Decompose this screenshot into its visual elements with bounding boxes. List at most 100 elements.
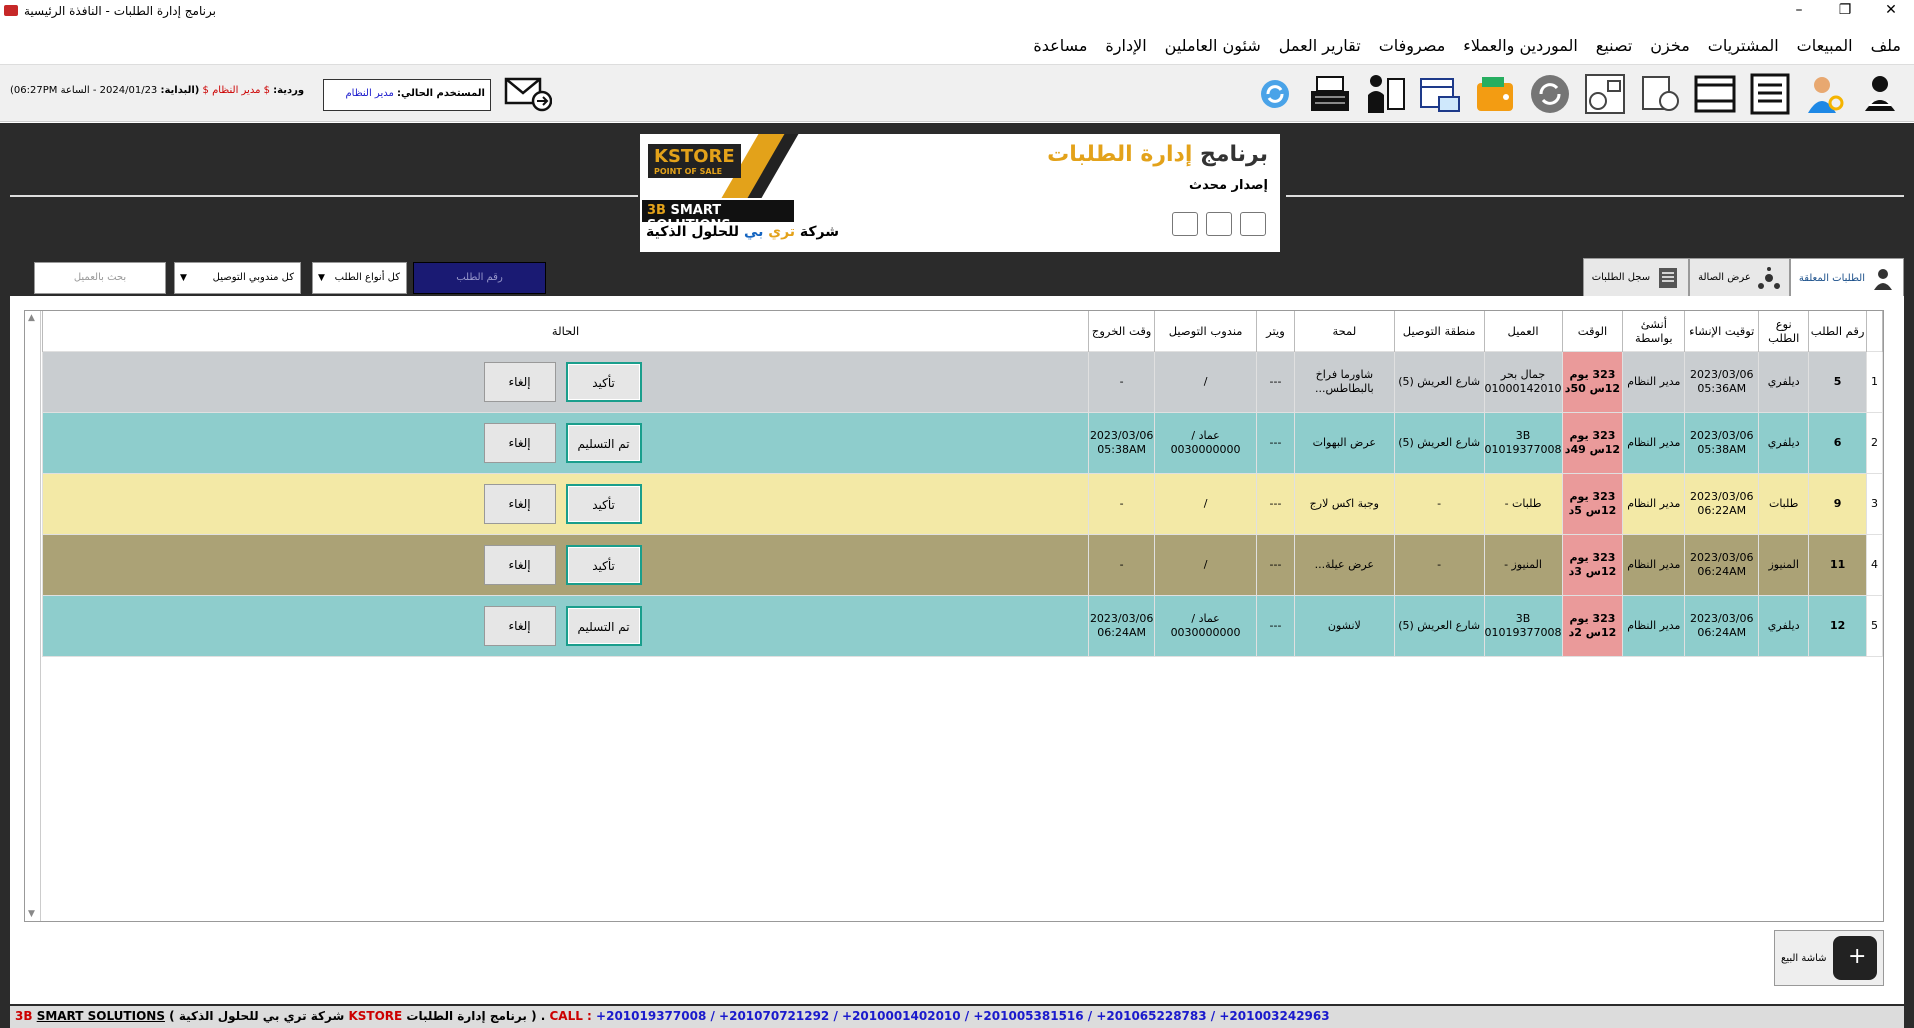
menu-work-reports[interactable]: تقارير العمل — [1270, 36, 1370, 55]
delivered-button[interactable]: تم التسليم — [565, 422, 642, 463]
cancel-button[interactable]: إلغاء — [483, 483, 556, 524]
created-time: 2023/03/06 06:24AM — [1684, 594, 1760, 657]
customer: طلبات - — [1483, 472, 1563, 535]
exit-time: - — [1088, 350, 1156, 413]
close-button[interactable]: ✕ — [1868, 0, 1914, 22]
col-delivery-agent[interactable]: مندوب التوصيل — [1154, 311, 1257, 351]
col-customer[interactable]: العميل — [1483, 311, 1563, 351]
window-icon[interactable] — [1689, 68, 1741, 120]
confirm-button[interactable]: تأكيد — [565, 544, 642, 585]
user-switch-icon[interactable] — [1854, 68, 1906, 120]
company-word-4: للحلول الذكية — [646, 224, 740, 240]
col-status[interactable]: الحالة — [41, 311, 1090, 351]
sync-icon[interactable] — [1249, 68, 1301, 120]
order-glance: لانشون — [1293, 594, 1395, 657]
tab-pending-orders[interactable]: الطلبات المعلقة — [1789, 258, 1904, 298]
window-title: برنامج إدارة الطلبات - النافذة الرئيسية — [24, 4, 216, 18]
delivery-zone: - — [1393, 472, 1485, 535]
customer: 3B 01019377008 — [1483, 411, 1563, 474]
tab-pending-orders-label: الطلبات المعلقة — [1798, 273, 1865, 284]
col-exit-time[interactable]: وقت الخروج — [1088, 311, 1156, 351]
col-glance[interactable]: لمحة — [1293, 311, 1395, 351]
col-waiter[interactable]: ويتر — [1256, 311, 1295, 351]
customer-search-input[interactable]: بحث بالعميل — [34, 262, 166, 294]
delivery-agent-select[interactable]: كل مندوبي التوصيل ▼ — [174, 262, 301, 294]
cash-register-icon[interactable] — [1304, 68, 1356, 120]
calendar-money-icon[interactable] — [1414, 68, 1466, 120]
order-type: ديلفري — [1758, 411, 1810, 474]
scroll-down-icon[interactable]: ▼ — [28, 909, 35, 919]
order-glance: شاورما فراخ بالبطاطس... — [1293, 350, 1395, 413]
col-index — [1866, 311, 1883, 351]
current-user-label: المستخدم الحالي: — [397, 88, 485, 99]
delivery-agent: / — [1154, 533, 1257, 596]
tab-hall-view[interactable]: عرض الصالة — [1689, 258, 1790, 296]
order-type-select[interactable]: كل أنواع الطلب ▼ — [312, 262, 407, 294]
menu-file[interactable]: ملف — [1862, 36, 1910, 55]
elapsed-time: 323 يوم 12س 50د — [1561, 350, 1624, 413]
confirm-button[interactable]: تأكيد — [565, 361, 642, 402]
cancel-button[interactable]: إلغاء — [483, 605, 556, 646]
company-word-2: تري — [768, 224, 796, 240]
waiter: --- — [1256, 472, 1295, 535]
dashboard-icon[interactable] — [1579, 68, 1631, 120]
col-time[interactable]: الوقت — [1561, 311, 1624, 351]
status-cell: تم التسليمإلغاء — [41, 594, 1090, 657]
menu-employees[interactable]: شئون العاملين — [1156, 36, 1270, 55]
table-row[interactable]: 5 12 ديلفري 2023/03/06 06:24AM مدير النظام 32… — [41, 594, 1883, 657]
clipboard-icon — [1172, 212, 1198, 236]
col-created-by[interactable]: أنشئ بواسطة — [1622, 311, 1686, 351]
banner-title: برنامج إدارة الطلبات — [1047, 142, 1268, 167]
shift-info: وردية: $ مدير النظام $ (البداية: 2024/01… — [10, 85, 304, 96]
delivered-button[interactable]: تم التسليم — [565, 605, 642, 646]
cancel-button[interactable]: إلغاء — [483, 361, 556, 402]
new-sale-label: شاشة البيع — [1781, 952, 1827, 964]
created-by: مدير النظام — [1622, 594, 1686, 657]
title-bar: برنامج إدارة الطلبات - النافذة الرئيسية … — [0, 0, 1914, 22]
wallet-icon[interactable] — [1469, 68, 1521, 120]
order-number: 11 — [1808, 533, 1868, 596]
menu-manufacturing[interactable]: تصنيع — [1587, 36, 1642, 55]
cancel-button[interactable]: إلغاء — [483, 422, 556, 463]
row-index: 3 — [1866, 472, 1883, 535]
col-order-type[interactable]: نوع الطلب — [1758, 311, 1810, 351]
menu-expenses[interactable]: مصروفات — [1370, 36, 1455, 55]
menu-suppliers-customers[interactable]: الموردين والعملاء — [1454, 36, 1587, 55]
table-row[interactable]: 2 6 ديلفري 2023/03/06 05:38AM مدير النظام 323… — [41, 411, 1883, 474]
menu-help[interactable]: مساعدة — [1024, 36, 1096, 55]
gear-doc-icon[interactable] — [1634, 68, 1686, 120]
vertical-scrollbar[interactable]: ▲ ▼ — [25, 311, 41, 921]
refresh-icon[interactable] — [1524, 68, 1576, 120]
menu-sales[interactable]: المبيعات — [1788, 36, 1862, 55]
maximize-button[interactable]: ❐ — [1822, 0, 1868, 22]
new-sale-button[interactable]: شاشة البيع — [1774, 930, 1884, 986]
order-type-select-value: كل أنواع الطلب — [334, 272, 400, 283]
tab-orders-log[interactable]: سجل الطلبات — [1582, 258, 1690, 296]
kstore-logo: KSTORE POINT OF SALE — [648, 144, 741, 178]
menu-store[interactable]: مخزن — [1641, 36, 1698, 55]
kstore-text: KSTORE — [654, 146, 735, 167]
table-row[interactable]: 1 5 ديلفري 2023/03/06 05:36AM مدير النظام 323… — [41, 350, 1883, 413]
menu-purchases[interactable]: المشتريات — [1699, 36, 1788, 55]
cancel-button[interactable]: إلغاء — [483, 544, 556, 585]
delivery-agent-select-value: كل مندوبي التوصيل — [212, 272, 294, 283]
col-created-time[interactable]: توقيت الإنشاء — [1684, 311, 1760, 351]
table-row[interactable]: 4 11 المنيوز 2023/03/06 06:24AM مدير النظام 3… — [41, 533, 1883, 596]
window-controls: – ❐ ✕ — [1776, 0, 1914, 22]
confirm-button[interactable]: تأكيد — [565, 483, 642, 524]
checklist-icon[interactable] — [1744, 68, 1796, 120]
table-row[interactable]: 3 9 طلبات 2023/03/06 06:22AM مدير النظام 323 … — [41, 472, 1883, 535]
col-order-number[interactable]: رقم الطلب — [1808, 311, 1868, 351]
mail-send-icon[interactable] — [504, 73, 553, 113]
user-settings-icon[interactable] — [1799, 68, 1851, 120]
shift-label: وردية: — [273, 85, 305, 96]
waiter-icon — [1874, 268, 1892, 290]
col-delivery-zone[interactable]: منطقة التوصيل — [1393, 311, 1485, 351]
order-number-input[interactable]: رقم الطلب — [413, 262, 546, 294]
minimize-button[interactable]: – — [1776, 0, 1822, 22]
banner-subtitle: إصدار محدث — [1189, 178, 1268, 193]
exit-time: - — [1088, 472, 1156, 535]
menu-admin[interactable]: الإدارة — [1096, 36, 1155, 55]
scroll-up-icon[interactable]: ▲ — [28, 313, 35, 323]
employee-docs-icon[interactable] — [1359, 68, 1411, 120]
